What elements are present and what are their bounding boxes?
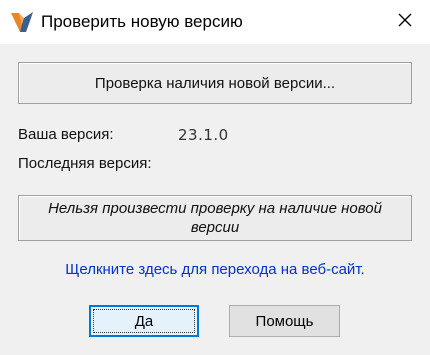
app-logo-icon: [10, 10, 34, 34]
your-version-value: 23.1.0: [178, 126, 229, 144]
latest-version-label: Последняя версия:: [18, 155, 152, 172]
ok-button[interactable]: Да: [89, 305, 199, 337]
message-panel: Нельзя произвести проверку на наличие но…: [18, 195, 412, 241]
title-bar: Проверить новую версию: [0, 0, 430, 44]
help-button[interactable]: Помощь: [229, 305, 340, 337]
window-title: Проверить новую версию: [41, 12, 243, 31]
error-message: Нельзя произвести проверку на наличие но…: [48, 200, 382, 236]
your-version-label: Ваша версия:: [18, 126, 114, 143]
status-text: Проверка наличия новой версии...: [94, 74, 336, 92]
check-version-dialog: Проверить новую версию Проверка наличия …: [0, 0, 430, 355]
close-button[interactable]: [386, 4, 424, 40]
close-icon: [397, 12, 413, 33]
help-button-label: Помощь: [255, 312, 314, 330]
status-panel: Проверка наличия новой версии...: [18, 62, 412, 104]
website-link[interactable]: Щелкните здесь для перехода на веб-сайт.: [0, 261, 430, 278]
focus-ring: [93, 309, 195, 333]
